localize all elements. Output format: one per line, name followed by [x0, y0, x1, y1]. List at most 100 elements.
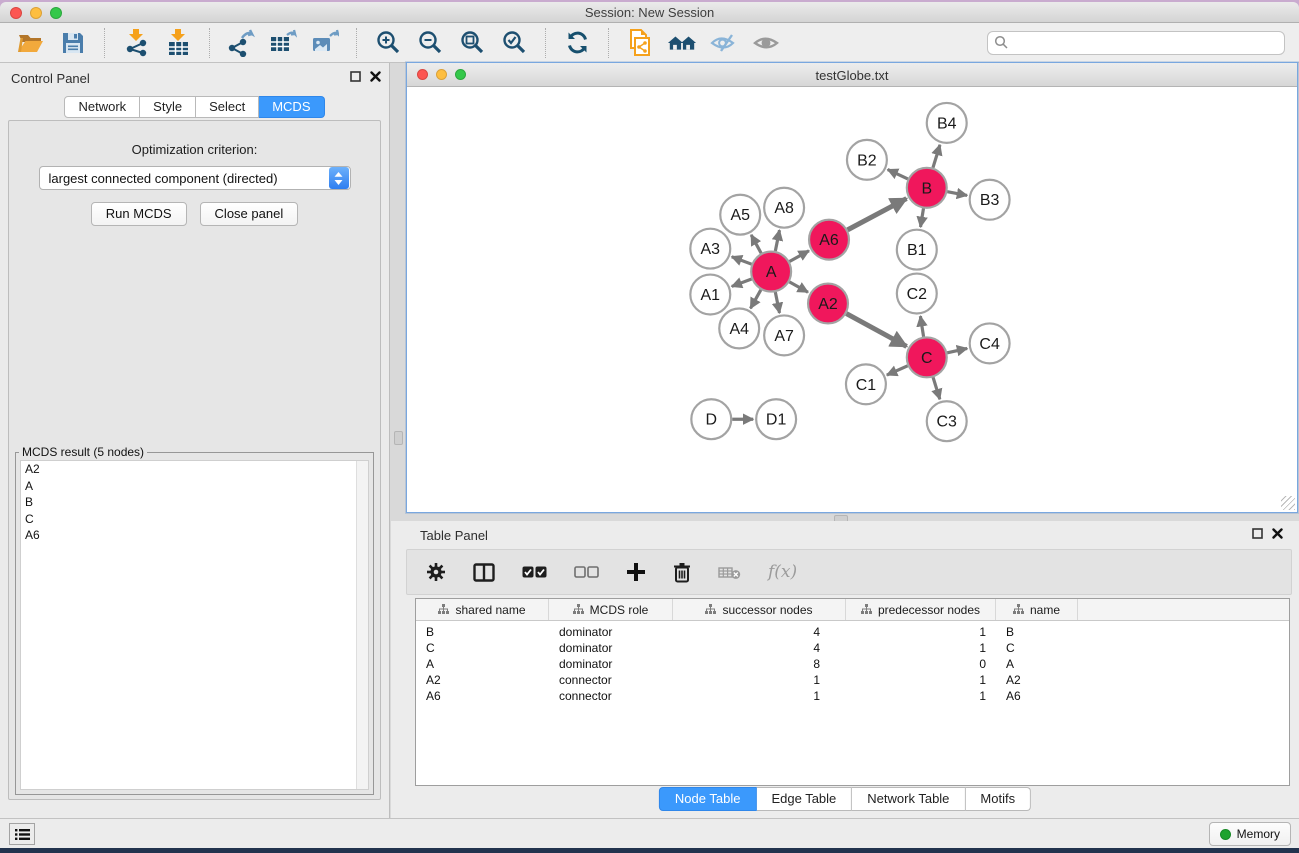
split-divider-handle[interactable] — [394, 431, 403, 445]
table-cell[interactable]: A6 — [996, 689, 1078, 703]
table-cell[interactable]: 4 — [673, 625, 846, 639]
show-hidden-icon[interactable] — [751, 28, 781, 58]
tab-style[interactable]: Style — [140, 96, 196, 118]
result-list-scrollbar[interactable] — [356, 461, 368, 789]
function-builder-icon[interactable]: f(x) — [768, 562, 797, 582]
table-row[interactable]: Adominator80A — [416, 656, 1289, 672]
graph-edge-B-B3[interactable] — [947, 192, 967, 196]
table-cell[interactable]: A2 — [996, 673, 1078, 687]
search-input[interactable] — [987, 31, 1285, 55]
graph-edge-C-C1[interactable] — [887, 366, 908, 375]
table-row[interactable]: Bdominator41B — [416, 624, 1289, 640]
graph-edge-C-C2[interactable] — [920, 316, 923, 337]
delete-table-icon[interactable] — [718, 565, 741, 580]
open-session-icon[interactable] — [16, 28, 46, 58]
result-item[interactable]: B — [21, 494, 368, 511]
resize-grip-icon[interactable] — [1281, 496, 1295, 510]
tab-mcds[interactable]: MCDS — [259, 96, 324, 118]
graph-edge-A-A8[interactable] — [775, 230, 779, 251]
close-panel-icon[interactable] — [1272, 528, 1283, 539]
result-item[interactable]: A6 — [21, 527, 368, 544]
network-canvas[interactable]: B4B2BB3A8A5A6A3B1AA1C2A2A4A7C4CC1DD1C3 — [407, 88, 1297, 512]
table-cell[interactable]: 1 — [846, 641, 996, 655]
memory-button[interactable]: Memory — [1209, 822, 1291, 846]
column-header-predecessor-nodes[interactable]: predecessor nodes — [846, 599, 996, 620]
gear-icon[interactable] — [426, 562, 446, 582]
graph-edge-A-A4[interactable] — [750, 290, 760, 309]
delete-row-icon[interactable] — [673, 562, 691, 583]
export-table-icon[interactable] — [268, 28, 298, 58]
float-panel-icon[interactable] — [350, 71, 361, 82]
select-all-icon[interactable] — [522, 566, 547, 578]
result-item[interactable]: A2 — [21, 461, 368, 478]
save-session-icon[interactable] — [58, 28, 88, 58]
table-cell[interactable]: A — [416, 657, 549, 671]
table-cell[interactable]: C — [416, 641, 549, 655]
graph-edge-C-C4[interactable] — [947, 348, 967, 352]
table-row[interactable]: A6connector11A6 — [416, 688, 1289, 704]
table-tab-network-table[interactable]: Network Table — [852, 787, 965, 811]
export-image-icon[interactable] — [310, 28, 340, 58]
deselect-all-icon[interactable] — [574, 566, 599, 578]
table-row[interactable]: Cdominator41C — [416, 640, 1289, 656]
column-header-MCDS-role[interactable]: MCDS role — [549, 599, 673, 620]
table-cell[interactable]: 1 — [846, 673, 996, 687]
zoom-selected-icon[interactable] — [499, 28, 529, 58]
table-row[interactable]: A2connector11A2 — [416, 672, 1289, 688]
graph-edge-B-B2[interactable] — [888, 170, 908, 179]
graph-edge-A2-C[interactable] — [846, 314, 906, 347]
table-cell[interactable]: A — [996, 657, 1078, 671]
graph-edge-A-A3[interactable] — [732, 257, 752, 264]
import-network-icon[interactable] — [121, 28, 151, 58]
graph-edge-B-B1[interactable] — [920, 208, 923, 227]
import-table-icon[interactable] — [163, 28, 193, 58]
hide-selected-icon[interactable] — [709, 28, 739, 58]
mcds-result-list[interactable]: A2ABCA6 — [20, 460, 369, 790]
table-cell[interactable]: 1 — [846, 625, 996, 639]
table-cell[interactable]: 1 — [673, 689, 846, 703]
table-cell[interactable]: C — [996, 641, 1078, 655]
table-cell[interactable]: 4 — [673, 641, 846, 655]
zoom-fit-icon[interactable] — [457, 28, 487, 58]
table-cell[interactable]: A2 — [416, 673, 549, 687]
table-cell[interactable]: 8 — [673, 657, 846, 671]
tab-select[interactable]: Select — [196, 96, 259, 118]
close-panel-button[interactable]: Close panel — [200, 202, 299, 226]
column-header-shared-name[interactable]: shared name — [416, 599, 549, 620]
table-cell[interactable]: dominator — [549, 641, 673, 655]
graph-edge-A-A6[interactable] — [789, 251, 808, 262]
export-network-icon[interactable] — [226, 28, 256, 58]
duplicate-network-icon[interactable] — [625, 28, 655, 58]
table-cell[interactable]: B — [996, 625, 1078, 639]
graph-edge-A-A7[interactable] — [775, 292, 779, 313]
table-tab-edge-table[interactable]: Edge Table — [756, 787, 852, 811]
graph-edge-A-A1[interactable] — [732, 279, 752, 286]
result-item[interactable]: C — [21, 511, 368, 528]
optimization-criterion-dropdown[interactable]: largest connected component (directed) — [39, 166, 351, 190]
table-cell[interactable]: A6 — [416, 689, 549, 703]
columns-icon[interactable] — [473, 563, 495, 582]
table-tab-node-table[interactable]: Node Table — [659, 787, 757, 811]
table-cell[interactable]: 1 — [846, 689, 996, 703]
graph-edge-A-A2[interactable] — [789, 282, 808, 292]
result-item[interactable]: A — [21, 478, 368, 495]
graph-edge-A-A5[interactable] — [751, 235, 761, 253]
table-cell[interactable]: connector — [549, 689, 673, 703]
table-cell[interactable]: connector — [549, 673, 673, 687]
graph-edge-A6-B[interactable] — [848, 199, 907, 230]
table-cell[interactable]: dominator — [549, 657, 673, 671]
zoom-out-icon[interactable] — [415, 28, 445, 58]
table-cell[interactable]: 1 — [673, 673, 846, 687]
column-header-successor-nodes[interactable]: successor nodes — [673, 599, 846, 620]
table-cell[interactable]: 0 — [846, 657, 996, 671]
table-cell[interactable]: B — [416, 625, 549, 639]
task-history-button[interactable] — [9, 823, 35, 845]
float-panel-icon[interactable] — [1252, 528, 1263, 539]
table-tab-motifs[interactable]: Motifs — [965, 787, 1031, 811]
run-mcds-button[interactable]: Run MCDS — [91, 202, 187, 226]
close-panel-icon[interactable] — [370, 71, 381, 82]
table-cell[interactable]: dominator — [549, 625, 673, 639]
column-header-name[interactable]: name — [996, 599, 1078, 620]
add-row-icon[interactable] — [626, 562, 646, 582]
graph-edge-B-B4[interactable] — [933, 145, 940, 168]
